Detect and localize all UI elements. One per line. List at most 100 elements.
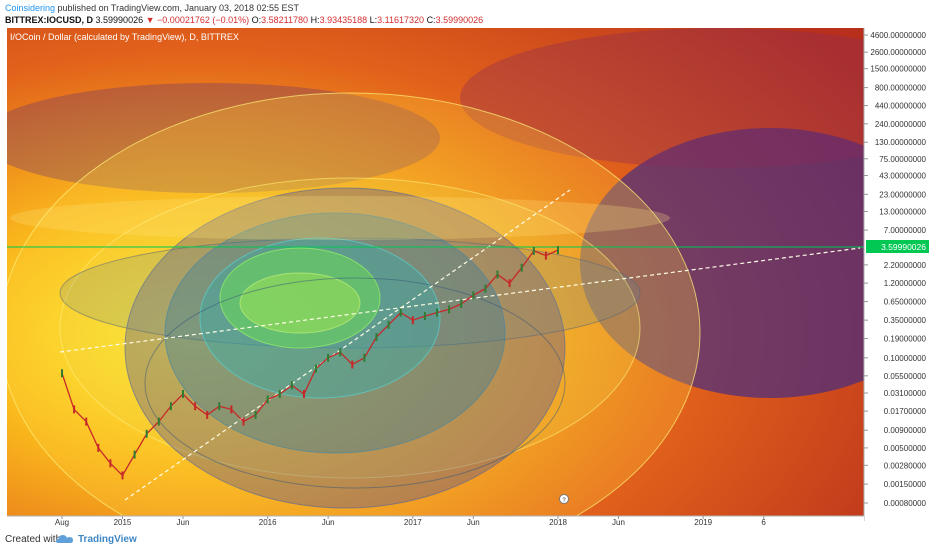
y-tick-label: 0.00080000 (884, 499, 927, 508)
price-candle (436, 308, 438, 317)
y-tick-label: 0.03100000 (884, 389, 927, 398)
y-tick-label: 0.01700000 (884, 407, 927, 416)
x-tick-label: 6 (761, 518, 766, 527)
close-value: 3.59990026 (435, 15, 484, 25)
event-icon[interactable]: ? (559, 494, 569, 505)
y-tick-label: 4600.00000000 (870, 31, 926, 40)
price-chart[interactable]: I/OCoin / Dollar (calculated by TradingV… (0, 28, 932, 528)
price-candle (363, 353, 366, 362)
y-tick-label: 0.00280000 (884, 461, 927, 470)
down-arrow-icon: ▼ (145, 15, 155, 25)
price-candle (557, 246, 559, 255)
light-band (10, 196, 670, 240)
price-candle (472, 291, 475, 300)
y-tick-label: 800.00000000 (875, 84, 927, 93)
price-candle (544, 251, 547, 260)
price-candle (387, 320, 390, 329)
price-candle (375, 333, 378, 341)
price-candle (242, 417, 245, 426)
price-candle (97, 443, 100, 452)
x-tick-label: Jun (322, 518, 335, 527)
price-candle (230, 405, 233, 414)
y-tick-label: 0.00150000 (884, 480, 927, 489)
price-candle (121, 471, 124, 480)
price-candle (448, 305, 451, 314)
change-value: −0.00021762 (−0.01%) (157, 15, 250, 25)
y-tick-label: 7.00000000 (884, 226, 927, 235)
last-price-value: 3.59990026 (95, 15, 144, 25)
symbol-line: BITTREX:IOCUSD, D 3.59990026 ▼ −0.000217… (5, 15, 483, 25)
footer: Created with TradingView (0, 528, 932, 550)
chart-title: I/OCoin / Dollar (calculated by TradingV… (10, 32, 239, 42)
created-with-text: Created with (5, 534, 62, 545)
tradingview-logo-icon (56, 535, 73, 543)
x-tick-label: 2019 (694, 518, 712, 527)
price-candle (339, 348, 342, 357)
high-value: 3.93435188 (319, 15, 368, 25)
price-candle (85, 417, 88, 426)
open-label: O: (251, 15, 262, 25)
y-tick-label: 1.20000000 (884, 279, 927, 288)
price-candle (218, 402, 221, 411)
price-candle (508, 279, 511, 288)
price-candle (315, 364, 317, 373)
time-axis[interactable] (7, 516, 864, 528)
tradingview-brand-link[interactable]: TradingView (78, 534, 137, 545)
price-candle (399, 308, 402, 317)
x-tick-label: Jun (612, 518, 625, 527)
y-tick-label: 13.00000000 (879, 207, 926, 216)
price-candle (303, 390, 305, 398)
y-tick-label: 0.00900000 (884, 426, 927, 435)
y-tick-label: 0.05500000 (884, 372, 927, 381)
price-candle (73, 405, 76, 414)
price-candle (411, 316, 414, 325)
price-candle (351, 360, 354, 369)
price-candle (169, 402, 172, 411)
price-candle (278, 390, 281, 398)
chart-header: Coinsidering published on TradingView.co… (0, 0, 932, 28)
y-tick-label: 75.00000000 (879, 155, 926, 164)
x-tick-label: Jun (467, 518, 480, 527)
x-tick-label: 2016 (259, 518, 277, 527)
x-tick-label: 2017 (404, 518, 422, 527)
open-value: 3.58211780 (261, 15, 309, 25)
high-label: H: (310, 15, 320, 25)
x-tick-label: Aug (55, 518, 69, 527)
published-text: published on TradingView.com, January 03… (57, 3, 300, 13)
y-tick-label: 23.00000000 (879, 190, 926, 199)
x-tick-label: 2018 (549, 518, 567, 527)
price-candle (109, 459, 112, 468)
publish-line: Coinsidering published on TradingView.co… (5, 3, 299, 13)
price-candle (532, 246, 535, 255)
y-tick-label: 240.00000000 (875, 120, 927, 129)
y-tick-label: 440.00000000 (875, 102, 927, 111)
price-candle (133, 450, 136, 459)
price-candle (327, 353, 330, 362)
price-candle (460, 299, 463, 308)
price-candle (266, 395, 269, 404)
price-candle (423, 312, 426, 321)
y-tick-label: 43.00000000 (879, 171, 926, 180)
price-candle (520, 263, 523, 272)
y-tick-label: 130.00000000 (875, 138, 927, 147)
y-tick-label: 0.65000000 (884, 298, 927, 307)
y-tick-label: 0.00500000 (884, 444, 927, 453)
close-label: C: (426, 15, 436, 25)
low-value: 3.11617320 (377, 15, 425, 25)
price-candle (290, 381, 293, 390)
price-candle (484, 284, 487, 293)
y-tick-label: 0.19000000 (884, 335, 927, 344)
y-tick-label: 2600.00000000 (870, 48, 926, 57)
price-candle (206, 410, 209, 419)
y-tick-label: 0.35000000 (884, 316, 927, 325)
author-link[interactable]: Coinsidering (5, 3, 55, 13)
price-candle (145, 429, 148, 438)
symbol-label: BITTREX:IOCUSD, D (5, 15, 94, 25)
y-tick-label: 0.10000000 (884, 354, 927, 363)
x-tick-label: Jun (177, 518, 190, 527)
y-tick-label: 1500.00000000 (870, 65, 926, 74)
x-tick-label: 2015 (114, 518, 132, 527)
price-candle (254, 410, 257, 419)
y-tick-label: 2.20000000 (884, 261, 927, 270)
price-candle (61, 369, 63, 378)
